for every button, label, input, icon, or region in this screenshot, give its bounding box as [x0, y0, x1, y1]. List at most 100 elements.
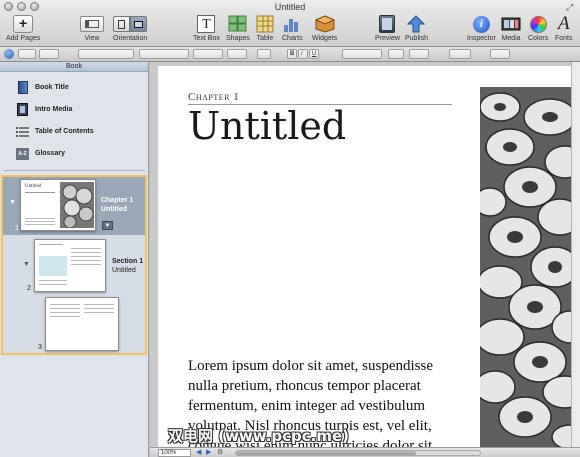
- chapter-title[interactable]: Untitled: [188, 104, 346, 148]
- page-thumbnails: ▼ Untitled 1 Chapter 1 Untitled ▼ ▼ 2 Se…: [1, 175, 147, 355]
- widgets-label: Widgets: [312, 35, 338, 42]
- charts-icon: [284, 19, 299, 32]
- page-thumbnail-1[interactable]: Untitled: [20, 179, 96, 231]
- sidebar-header: Book: [0, 62, 148, 72]
- disclosure-triangle-icon[interactable]: ▼: [9, 199, 16, 206]
- media-icon: [501, 17, 521, 31]
- window-title: Untitled: [274, 2, 306, 12]
- font-size-menu[interactable]: [227, 49, 247, 59]
- widgets-icon: [314, 15, 335, 33]
- font-typeface-menu[interactable]: [193, 49, 223, 59]
- font-family-menu[interactable]: [139, 49, 189, 59]
- book-icon: [16, 81, 29, 94]
- media-button[interactable]: Media: [501, 14, 521, 42]
- text-box-label: Text Box: [193, 35, 220, 42]
- color-wheel-icon: [529, 15, 547, 33]
- landscape-icon[interactable]: [130, 16, 148, 32]
- orientation-label: Orientation: [113, 35, 148, 42]
- charts-label: Charts: [282, 35, 303, 42]
- status-bar: 100% ◀ ▶ ⚙: [150, 447, 580, 457]
- page-caption: Section 1 Untitled: [112, 257, 143, 275]
- format-bar: B I U: [0, 47, 580, 62]
- horizontal-scrollbar[interactable]: [235, 450, 481, 456]
- page-menu-icon[interactable]: ▼: [102, 221, 113, 230]
- table-button[interactable]: Table: [256, 14, 274, 42]
- fonts-label: Fonts: [555, 35, 573, 42]
- text-box-icon: T: [197, 15, 216, 33]
- sidebar-item-label: Book Title: [35, 84, 69, 91]
- sidebar-item-intro-media[interactable]: Intro Media: [16, 103, 72, 116]
- page-caption-title: Section 1: [112, 258, 144, 265]
- page-number: 2: [27, 285, 31, 292]
- columns-menu[interactable]: [409, 49, 429, 59]
- list-style-popup[interactable]: [39, 49, 59, 59]
- publish-label: Publish: [405, 35, 428, 42]
- portrait-icon[interactable]: [113, 16, 131, 32]
- window-toolbar: Untitled ⤢ + Add Pages View Orientation …: [0, 0, 580, 47]
- vertical-scrollbar[interactable]: [571, 62, 580, 447]
- add-pages-label: Add Pages: [6, 35, 41, 42]
- view-label: View: [84, 35, 100, 42]
- gear-icon[interactable]: ⚙: [217, 448, 223, 456]
- colors-button[interactable]: Colors: [528, 14, 548, 42]
- info-icon: i: [472, 15, 490, 33]
- widgets-button[interactable]: Widgets: [312, 14, 337, 42]
- list-icon: [16, 125, 29, 138]
- flower-photo[interactable]: [480, 87, 580, 447]
- shapes-label: Shapes: [226, 35, 250, 42]
- horizontal-scroll-thumb[interactable]: [236, 451, 416, 455]
- paragraph-style-popup[interactable]: [18, 49, 36, 59]
- page-thumbnail-3[interactable]: [45, 297, 119, 351]
- text-color-well[interactable]: [257, 49, 271, 59]
- add-pages-button[interactable]: + Add Pages: [6, 14, 40, 42]
- sidebar-divider: [4, 170, 145, 172]
- styles-drawer-icon[interactable]: [4, 49, 14, 59]
- book-sidebar: Book Book Title Intro Media Table of Con…: [0, 62, 149, 457]
- page-caption-subtitle: Untitled: [112, 267, 136, 274]
- italic-button[interactable]: I: [298, 49, 308, 59]
- thumb-title: Untitled: [25, 184, 42, 189]
- sidebar-item-table-of-contents[interactable]: Table of Contents: [16, 125, 94, 138]
- charts-button[interactable]: Charts: [282, 14, 303, 42]
- sidebar-item-glossary[interactable]: A-Z Glossary: [16, 147, 65, 160]
- preview-icon: [379, 15, 396, 33]
- document-canvas: Chapter 1 Untitled Lorem ipsum dolor sit…: [150, 62, 580, 454]
- publish-button[interactable]: Publish: [405, 14, 428, 42]
- page-number: 1: [15, 225, 19, 232]
- fonts-icon: A: [557, 13, 570, 34]
- table-label: Table: [256, 35, 274, 42]
- alignment-buttons[interactable]: [342, 49, 382, 59]
- next-page-icon[interactable]: ▶: [206, 448, 211, 456]
- orientation-control[interactable]: Orientation: [113, 14, 147, 42]
- page-caption-title: Chapter 1: [101, 197, 134, 204]
- previous-page-icon[interactable]: ◀: [196, 448, 201, 456]
- table-icon: [256, 15, 274, 33]
- list-bullets-menu[interactable]: [490, 49, 510, 59]
- bold-button[interactable]: B: [287, 49, 297, 59]
- fonts-button[interactable]: A Fonts: [555, 13, 573, 42]
- page-number: 3: [38, 344, 42, 351]
- fullscreen-icon[interactable]: ⤢: [566, 2, 576, 12]
- publish-arrow-icon: [407, 15, 426, 33]
- disclosure-triangle-icon[interactable]: ▼: [23, 261, 30, 268]
- view-icon: [80, 16, 104, 32]
- sidebar-item-book-title[interactable]: Book Title: [16, 81, 69, 94]
- sidebar-item-label: Table of Contents: [35, 128, 94, 135]
- preview-label: Preview: [375, 35, 400, 42]
- chapter-label[interactable]: Chapter 1: [188, 91, 239, 103]
- underline-button[interactable]: U: [309, 49, 319, 59]
- wrap-menu[interactable]: [449, 49, 471, 59]
- document-page[interactable]: Chapter 1 Untitled Lorem ipsum dolor sit…: [158, 66, 580, 454]
- view-button[interactable]: View: [80, 14, 104, 42]
- page-thumbnail-2[interactable]: [34, 239, 106, 292]
- inspector-button[interactable]: i Inspector: [467, 14, 496, 42]
- shapes-button[interactable]: Shapes: [226, 14, 250, 42]
- text-box-button[interactable]: T Text Box: [193, 14, 220, 42]
- preview-button[interactable]: Preview: [375, 14, 400, 42]
- sidebar-item-label: Intro Media: [35, 106, 73, 113]
- paragraph-style-menu[interactable]: [78, 49, 134, 59]
- media-icon: [16, 103, 29, 116]
- colors-label: Colors: [528, 35, 549, 42]
- zoom-menu[interactable]: 100%: [158, 449, 191, 457]
- line-spacing-button[interactable]: [388, 49, 404, 59]
